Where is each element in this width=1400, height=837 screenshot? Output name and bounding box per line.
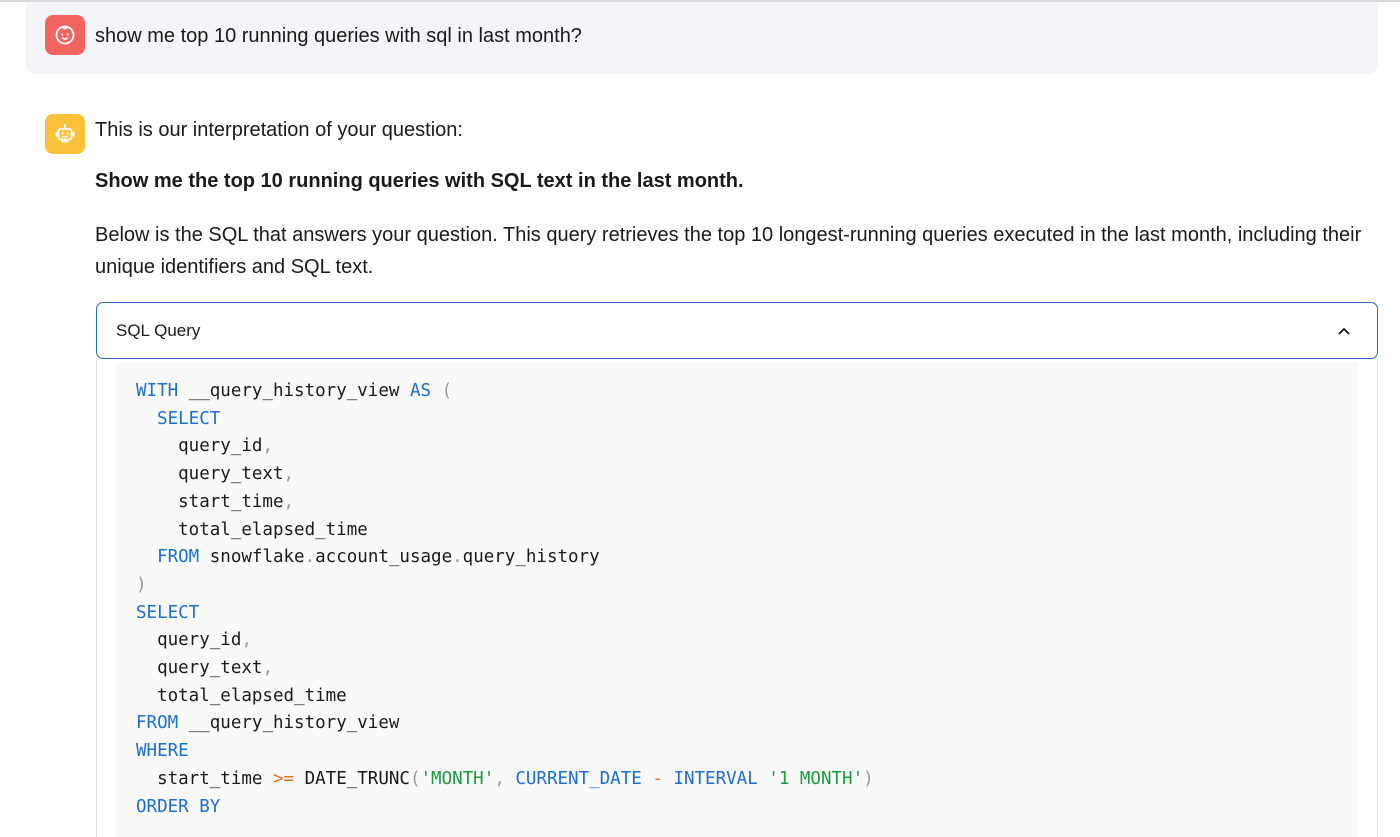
code-token: query_text xyxy=(136,658,263,679)
code-token: ( xyxy=(409,768,421,789)
code-token: , xyxy=(262,658,273,679)
code-token: query_id xyxy=(136,630,242,651)
code-line: FROM snowflake.account_usage.query_histo… xyxy=(136,544,874,572)
code-token: query_text xyxy=(136,464,284,485)
code-token: , xyxy=(262,436,273,457)
code-line: SELECT xyxy=(136,600,874,628)
code-line: total_elapsed_time xyxy=(136,683,874,711)
code-line: query_id, xyxy=(136,627,874,655)
code-token: INTERVAL xyxy=(673,768,758,789)
code-token: SELECT xyxy=(157,408,221,429)
code-token: SELECT xyxy=(136,602,200,623)
code-line: query_text, xyxy=(136,461,874,489)
user-avatar xyxy=(45,15,85,55)
code-token: '1 MONTH' xyxy=(768,768,864,789)
code-token: , xyxy=(494,768,505,789)
code-token: __query_history_view xyxy=(178,381,410,401)
chevron-up-icon[interactable] xyxy=(1335,322,1353,340)
code-token: ORDER BY xyxy=(136,796,221,817)
code-token: snowflake xyxy=(199,547,305,568)
code-line: start_time, xyxy=(136,489,874,517)
code-line: FROM __query_history_view xyxy=(136,710,874,738)
code-line: ) xyxy=(136,572,874,600)
code-token: total_elapsed_time xyxy=(136,519,368,540)
code-token: . xyxy=(304,547,316,568)
assistant-intro-text: This is our interpretation of your quest… xyxy=(95,119,463,141)
baby-face-icon xyxy=(55,25,75,45)
code-token: , xyxy=(241,630,252,651)
sql-query-accordion-title: SQL Query xyxy=(116,320,201,340)
code-line: start_time >= DATE_TRUNC('MONTH', CURREN… xyxy=(136,766,874,794)
code-token: start_time xyxy=(136,491,284,512)
code-token: ) xyxy=(863,768,874,789)
code-line: total_elapsed_time xyxy=(136,517,874,545)
code-line: SELECT xyxy=(136,406,874,434)
code-token: DATE_TRUNC xyxy=(294,768,410,789)
code-token: __query_history_view xyxy=(178,713,400,734)
code-line: WITH __query_history_view AS ( xyxy=(136,378,874,406)
code-token: ) xyxy=(136,574,147,595)
sql-query-accordion-header[interactable]: SQL Query xyxy=(96,302,1378,359)
code-token: CURRENT_DATE xyxy=(515,768,642,789)
assistant-avatar xyxy=(45,114,85,154)
interpreted-question: Show me the top 10 running queries with … xyxy=(95,170,744,192)
code-token: , xyxy=(283,491,295,512)
code-line: ORDER BY xyxy=(136,794,874,822)
code-token: query_id xyxy=(136,436,263,457)
code-token: query_history xyxy=(462,547,600,568)
code-token: 'MONTH' xyxy=(420,768,495,789)
user-message-text: show me top 10 running queries with sql … xyxy=(95,25,582,47)
code-token: FROM xyxy=(157,547,200,568)
sql-code: WITH __query_history_view AS ( SELECT qu… xyxy=(136,378,874,821)
code-token: WHERE xyxy=(136,741,189,762)
code-token: total_elapsed_time xyxy=(136,685,347,706)
code-token: AS xyxy=(409,381,432,401)
code-token: WITH xyxy=(136,381,179,401)
code-token: - xyxy=(652,768,663,789)
code-token: FROM xyxy=(136,713,179,734)
sql-code-block[interactable]: WITH __query_history_view AS ( SELECT qu… xyxy=(116,362,1358,837)
assistant-description: Below is the SQL that answers your quest… xyxy=(95,224,1362,278)
code-token: >= xyxy=(272,768,295,789)
code-line: query_id, xyxy=(136,433,874,461)
code-token: ( xyxy=(441,381,453,401)
code-token: account_usage xyxy=(315,547,453,568)
code-line: query_text, xyxy=(136,655,874,683)
code-line: WHERE xyxy=(136,738,874,766)
code-token: , xyxy=(283,464,295,485)
code-token: . xyxy=(452,547,463,568)
code-token: start_time xyxy=(136,768,273,789)
robot-icon xyxy=(55,124,75,143)
